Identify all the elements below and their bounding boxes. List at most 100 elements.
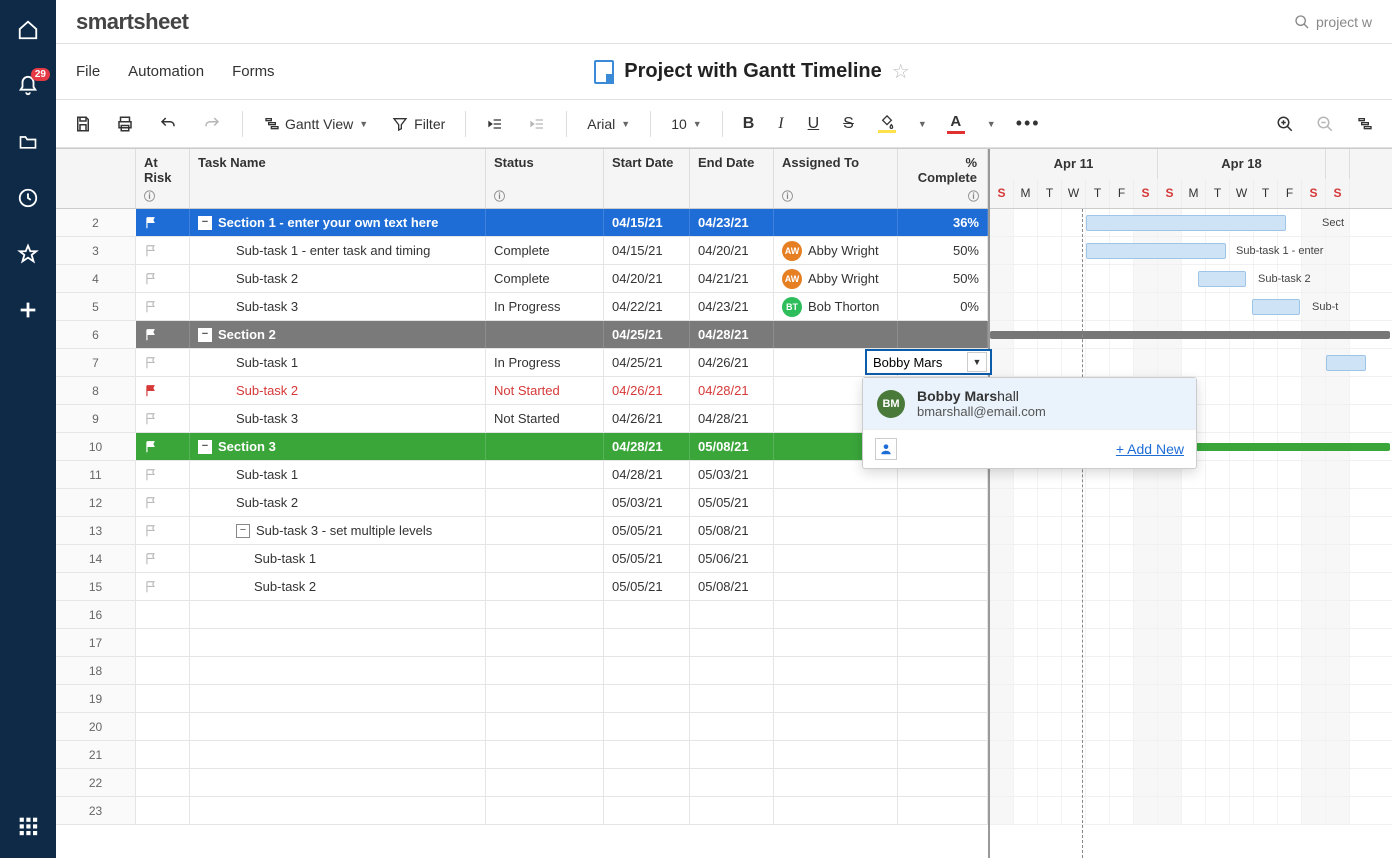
cell-start[interactable]: 04/15/21 [604,237,690,264]
cell-end[interactable]: 05/05/21 [690,489,774,516]
cell-task[interactable] [190,713,486,740]
cell-assigned[interactable]: BTBob Thorton [774,293,898,320]
cell-end[interactable]: 04/26/21 [690,349,774,376]
flag-icon[interactable] [144,468,158,482]
bold-icon[interactable]: B [739,111,759,137]
cell-atrisk[interactable] [136,797,190,824]
cell-task[interactable]: Sub-task 2 [190,489,486,516]
cell-end[interactable] [690,713,774,740]
row-number[interactable]: 21 [56,741,136,768]
cell-status[interactable] [486,629,604,656]
cell-task[interactable]: Sub-task 2 [190,573,486,600]
cell-status[interactable]: Complete [486,237,604,264]
cell-assigned[interactable] [774,769,898,796]
notifications-icon[interactable]: 29 [16,74,40,98]
row-number[interactable]: 3 [56,237,136,264]
cell-start[interactable]: 04/26/21 [604,405,690,432]
cell-status[interactable] [486,601,604,628]
table-row[interactable]: 19 [56,685,988,713]
table-row[interactable]: 12Sub-task 205/03/2105/05/21 [56,489,988,517]
cell-assigned[interactable] [774,713,898,740]
table-row[interactable]: 4Sub-task 2Complete04/20/2104/21/21AWAbb… [56,265,988,293]
cell-task[interactable]: Sub-task 1 - enter task and timing [190,237,486,264]
flag-icon[interactable] [144,552,158,566]
cell-pct[interactable] [898,713,988,740]
cell-pct[interactable]: 50% [898,265,988,292]
cell-end[interactable]: 05/08/21 [690,433,774,460]
table-row[interactable]: 3 Sub-task 1 - enter task and timingCompl… [56,237,988,265]
gantt-bar[interactable] [1252,299,1300,315]
row-number[interactable]: 23 [56,797,136,824]
cell-end[interactable]: 04/28/21 [690,321,774,348]
cell-end[interactable]: 04/28/21 [690,377,774,404]
cell-atrisk[interactable] [136,265,190,292]
font-select[interactable]: Arial▼ [583,112,634,136]
cell-task[interactable]: −Sub-task 3 - set multiple levels [190,517,486,544]
gantt-bar[interactable] [1086,243,1226,259]
more-icon[interactable]: ••• [1012,109,1045,138]
row-number[interactable]: 8 [56,377,136,404]
col-atrisk[interactable]: At Risk [144,155,181,185]
table-row[interactable]: 21 [56,741,988,769]
cell-status[interactable] [486,545,604,572]
cell-assigned[interactable] [774,685,898,712]
row-number[interactable]: 10 [56,433,136,460]
cell-end[interactable]: 04/23/21 [690,293,774,320]
row-number[interactable]: 18 [56,657,136,684]
cell-assigned[interactable] [774,629,898,656]
font-size-select[interactable]: 10▼ [667,112,706,136]
outdent-icon[interactable] [482,112,508,136]
cell-atrisk[interactable] [136,209,190,236]
global-search[interactable]: project w [1294,14,1372,30]
table-row[interactable]: 8Sub-task 2Not Started04/26/2104/28/21 [56,377,988,405]
save-icon[interactable] [70,111,96,137]
fill-color-icon[interactable] [874,110,900,137]
cell-atrisk[interactable] [136,573,190,600]
row-number[interactable]: 9 [56,405,136,432]
cell-end[interactable]: 04/21/21 [690,265,774,292]
zoom-in-icon[interactable] [1272,111,1298,137]
contact-picker-icon[interactable] [875,438,897,460]
cell-task[interactable] [190,685,486,712]
table-row[interactable]: 14Sub-task 105/05/2105/06/21 [56,545,988,573]
cell-task[interactable] [190,629,486,656]
gantt-bar[interactable] [990,331,1390,339]
cell-status[interactable]: Not Started [486,405,604,432]
table-row[interactable]: 2−Section 1 - enter your own text here04… [56,209,988,237]
table-row[interactable]: 10−Section 304/28/2105/08/21 [56,433,988,461]
row-number[interactable]: 14 [56,545,136,572]
print-icon[interactable] [112,111,138,137]
cell-assigned[interactable] [774,517,898,544]
cell-task[interactable]: −Section 1 - enter your own text here [190,209,486,236]
cell-status[interactable] [486,741,604,768]
cell-start[interactable] [604,769,690,796]
gantt-bar[interactable] [1198,271,1246,287]
collapse-icon[interactable]: − [198,216,212,230]
col-assigned[interactable]: Assigned To [782,155,889,170]
cell-assigned[interactable] [774,573,898,600]
cell-atrisk[interactable] [136,489,190,516]
cell-status[interactable] [486,769,604,796]
cell-start[interactable]: 04/28/21 [604,461,690,488]
cell-status[interactable] [486,489,604,516]
cell-end[interactable] [690,601,774,628]
cell-end[interactable] [690,685,774,712]
gantt-bar[interactable] [1326,355,1366,371]
cell-status[interactable]: In Progress [486,293,604,320]
cell-status[interactable]: Not Started [486,377,604,404]
italic-icon[interactable]: I [774,111,787,137]
contact-option[interactable]: BM Bobby Marshall bmarshall@email.com [863,378,1196,429]
menu-forms[interactable]: Forms [232,63,275,80]
flag-icon[interactable] [144,496,158,510]
row-number[interactable]: 12 [56,489,136,516]
cell-pct[interactable] [898,545,988,572]
row-number[interactable]: 11 [56,461,136,488]
row-number[interactable]: 13 [56,517,136,544]
cell-status[interactable] [486,321,604,348]
row-number[interactable]: 16 [56,601,136,628]
cell-pct[interactable] [898,657,988,684]
cell-atrisk[interactable] [136,461,190,488]
cell-status[interactable] [486,433,604,460]
cell-atrisk[interactable] [136,769,190,796]
row-number[interactable]: 20 [56,713,136,740]
